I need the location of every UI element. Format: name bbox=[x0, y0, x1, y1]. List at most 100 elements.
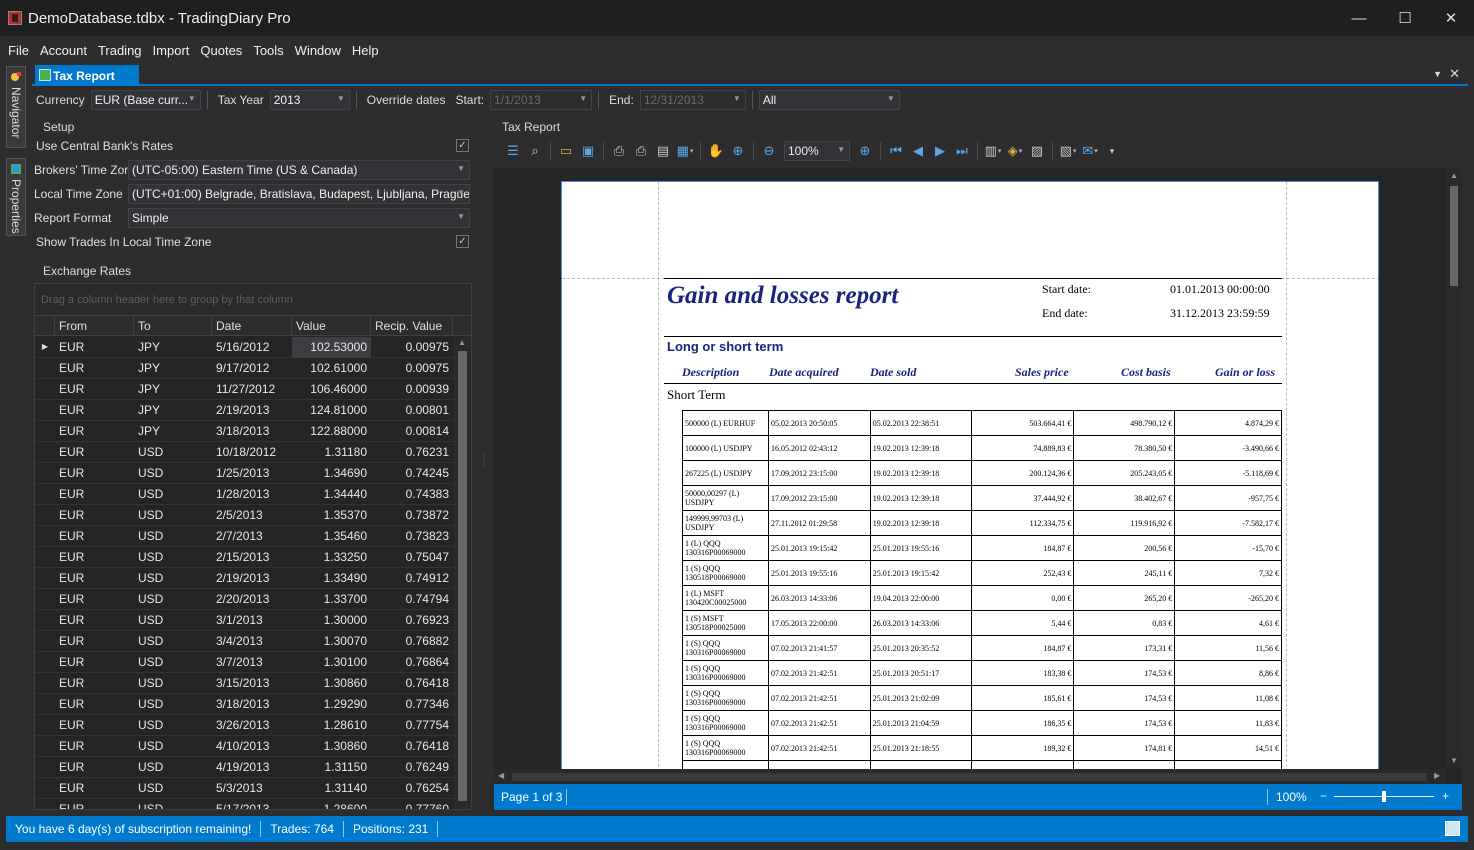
table-row[interactable]: EUR USD 1/28/2013 1.34440 0.74383 bbox=[35, 484, 455, 505]
cell-from[interactable]: EUR bbox=[55, 736, 134, 757]
navigator-tab[interactable]: Navigator bbox=[6, 66, 26, 148]
cell-value[interactable]: 102.61000 bbox=[292, 358, 371, 379]
cell-date[interactable]: 5/16/2012 bbox=[212, 337, 292, 358]
quick-print-icon[interactable]: ⎙ bbox=[630, 140, 652, 162]
cell-recip-value[interactable]: 0.76864 bbox=[371, 652, 453, 673]
menu-quotes[interactable]: Quotes bbox=[200, 43, 242, 58]
cell-value[interactable]: 1.34690 bbox=[292, 463, 371, 484]
close-icon[interactable]: ✕ bbox=[1428, 0, 1474, 36]
table-row[interactable]: ▶ EUR JPY 5/16/2012 102.53000 0.00975 bbox=[35, 337, 455, 358]
cell-value[interactable]: 1.30860 bbox=[292, 736, 371, 757]
cell-recip-value[interactable]: 0.00814 bbox=[371, 421, 453, 442]
cell-from[interactable]: EUR bbox=[55, 400, 134, 421]
cell-date[interactable]: 3/7/2013 bbox=[212, 652, 292, 673]
cell-to[interactable]: USD bbox=[134, 589, 212, 610]
table-row[interactable]: EUR USD 2/19/2013 1.33490 0.74912 bbox=[35, 568, 455, 589]
cell-to[interactable]: USD bbox=[134, 547, 212, 568]
cell-value[interactable]: 1.31150 bbox=[292, 757, 371, 778]
document-map-icon[interactable]: ☰ bbox=[502, 140, 524, 162]
cell-recip-value[interactable]: 0.76254 bbox=[371, 778, 453, 799]
properties-tab[interactable]: Properties bbox=[6, 158, 26, 236]
watermark-icon[interactable]: ▨ bbox=[1026, 140, 1048, 162]
table-row[interactable]: EUR USD 5/17/2013 1.28600 0.77760 bbox=[35, 799, 455, 809]
cell-value[interactable]: 1.30860 bbox=[292, 673, 371, 694]
cell-to[interactable]: USD bbox=[134, 652, 212, 673]
cell-date[interactable]: 3/26/2013 bbox=[212, 715, 292, 736]
column-header-to[interactable]: To bbox=[134, 316, 212, 336]
cell-to[interactable]: USD bbox=[134, 631, 212, 652]
cell-from[interactable]: EUR bbox=[55, 484, 134, 505]
export-icon[interactable]: ▧ bbox=[1057, 140, 1079, 162]
cell-to[interactable]: USD bbox=[134, 610, 212, 631]
background-color-icon[interactable]: ◈ bbox=[1004, 140, 1026, 162]
scroll-thumb[interactable] bbox=[512, 773, 1427, 781]
cell-date[interactable]: 2/20/2013 bbox=[212, 589, 292, 610]
column-header-from[interactable]: From bbox=[55, 316, 134, 336]
cell-to[interactable]: USD bbox=[134, 484, 212, 505]
show-local-tz-checkbox[interactable]: ✓ bbox=[456, 235, 469, 248]
menu-file[interactable]: File bbox=[8, 43, 29, 58]
cell-date[interactable]: 2/7/2013 bbox=[212, 526, 292, 547]
menu-account[interactable]: Account bbox=[40, 43, 87, 58]
cell-to[interactable]: JPY bbox=[134, 421, 212, 442]
cell-recip-value[interactable]: 0.77346 bbox=[371, 694, 453, 715]
cell-value[interactable]: 1.35460 bbox=[292, 526, 371, 547]
cell-recip-value[interactable]: 0.74245 bbox=[371, 463, 453, 484]
cell-from[interactable]: EUR bbox=[55, 337, 134, 358]
cell-to[interactable]: USD bbox=[134, 463, 212, 484]
cell-to[interactable]: JPY bbox=[134, 379, 212, 400]
cell-recip-value[interactable]: 0.76418 bbox=[371, 736, 453, 757]
cell-from[interactable]: EUR bbox=[55, 673, 134, 694]
cell-value[interactable]: 1.33700 bbox=[292, 589, 371, 610]
scroll-up-icon[interactable]: ▲ bbox=[458, 338, 466, 347]
cell-to[interactable]: USD bbox=[134, 715, 212, 736]
grid-scrollbar[interactable]: ▲ bbox=[454, 337, 471, 809]
cell-from[interactable]: EUR bbox=[55, 526, 134, 547]
cell-from[interactable]: EUR bbox=[55, 757, 134, 778]
table-row[interactable]: EUR USD 3/4/2013 1.30070 0.76882 bbox=[35, 631, 455, 652]
cell-date[interactable]: 3/4/2013 bbox=[212, 631, 292, 652]
cell-from[interactable]: EUR bbox=[55, 463, 134, 484]
cell-to[interactable]: USD bbox=[134, 799, 212, 809]
cell-value[interactable]: 1.28610 bbox=[292, 715, 371, 736]
cell-value[interactable]: 1.33250 bbox=[292, 547, 371, 568]
cell-to[interactable]: USD bbox=[134, 442, 212, 463]
cell-from[interactable]: EUR bbox=[55, 568, 134, 589]
cell-to[interactable]: USD bbox=[134, 526, 212, 547]
filter-select[interactable]: All ▼ bbox=[758, 90, 900, 110]
multiple-pages-icon[interactable]: ▥ bbox=[982, 140, 1004, 162]
cell-recip-value[interactable]: 0.73823 bbox=[371, 526, 453, 547]
minimize-icon[interactable]: — bbox=[1336, 0, 1382, 36]
cell-from[interactable]: EUR bbox=[55, 631, 134, 652]
zoom-minus-icon[interactable]: − bbox=[1320, 789, 1327, 803]
column-header-value[interactable]: Value bbox=[292, 316, 371, 336]
table-row[interactable]: EUR USD 3/1/2013 1.30000 0.76923 bbox=[35, 610, 455, 631]
cell-recip-value[interactable]: 0.77754 bbox=[371, 715, 453, 736]
end-date-field[interactable]: 12/31/2013 ▼ bbox=[639, 90, 746, 110]
cell-recip-value[interactable]: 0.74383 bbox=[371, 484, 453, 505]
report-format-select[interactable]: Simple ▼ bbox=[128, 208, 470, 228]
page-setup-icon[interactable]: ▤ bbox=[652, 140, 674, 162]
cell-recip-value[interactable]: 0.76249 bbox=[371, 757, 453, 778]
print-icon[interactable]: ⎙ bbox=[608, 140, 630, 162]
cell-to[interactable]: JPY bbox=[134, 358, 212, 379]
zoom-out-icon[interactable]: ⊖ bbox=[758, 140, 780, 162]
cell-recip-value[interactable]: 0.73872 bbox=[371, 505, 453, 526]
column-header-recip-value[interactable]: Recip. Value bbox=[371, 316, 453, 336]
cell-date[interactable]: 4/10/2013 bbox=[212, 736, 292, 757]
maximize-icon[interactable]: ☐ bbox=[1382, 0, 1428, 36]
cell-date[interactable]: 3/1/2013 bbox=[212, 610, 292, 631]
zoom-in-icon[interactable]: ⊕ bbox=[854, 140, 876, 162]
cell-from[interactable]: EUR bbox=[55, 547, 134, 568]
table-row[interactable]: EUR USD 3/26/2013 1.28610 0.77754 bbox=[35, 715, 455, 736]
tab-close-icon[interactable]: ✕ bbox=[1449, 66, 1460, 82]
cell-to[interactable]: USD bbox=[134, 694, 212, 715]
broker-tz-select[interactable]: (UTC-05:00) Eastern Time (US & Canada) ▼ bbox=[128, 160, 470, 180]
zoom-select[interactable]: 100% ▼ bbox=[784, 141, 850, 161]
cell-value[interactable]: 1.30000 bbox=[292, 610, 371, 631]
cell-recip-value[interactable]: 0.74794 bbox=[371, 589, 453, 610]
currency-select[interactable]: EUR (Base curr... ▼ bbox=[90, 90, 201, 110]
cell-date[interactable]: 3/15/2013 bbox=[212, 673, 292, 694]
table-row[interactable]: EUR USD 4/19/2013 1.31150 0.76249 bbox=[35, 757, 455, 778]
cell-date[interactable]: 5/3/2013 bbox=[212, 778, 292, 799]
